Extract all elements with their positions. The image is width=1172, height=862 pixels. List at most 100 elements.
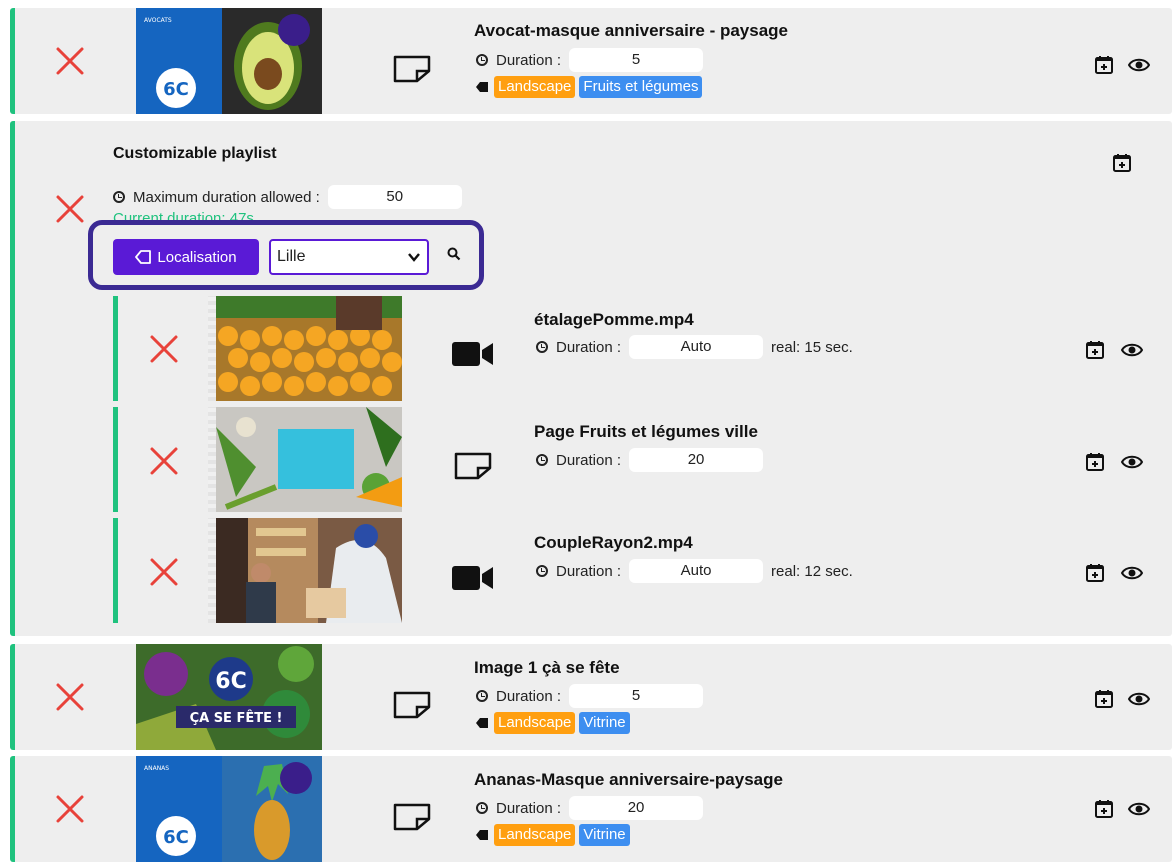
delete-icon[interactable] bbox=[52, 791, 88, 827]
real-duration: real: 12 sec. bbox=[771, 562, 853, 580]
duration-input[interactable]: 20 bbox=[629, 448, 764, 472]
delete-icon[interactable] bbox=[146, 443, 182, 479]
duration-input[interactable]: 5 bbox=[569, 684, 704, 708]
page-icon bbox=[392, 54, 432, 84]
thumbnail-frame bbox=[208, 296, 216, 401]
content-row: 6C ÇA SE FÊTE ! Image 1 çà se fête Durat… bbox=[10, 644, 1172, 750]
video-icon bbox=[452, 564, 494, 592]
tag-icon bbox=[476, 830, 488, 840]
content-thumbnail: 6C ÇA SE FÊTE ! bbox=[136, 644, 322, 750]
schedule-icon[interactable] bbox=[1094, 689, 1114, 709]
duration-field: Duration : 5 bbox=[476, 684, 704, 708]
content-row: 6C AVOCATS Avocat-masque anniversaire - … bbox=[10, 8, 1172, 114]
location-select[interactable]: Lille bbox=[269, 239, 429, 275]
duration-field: Duration : 5 bbox=[476, 48, 704, 72]
preview-eye-icon[interactable] bbox=[1121, 455, 1143, 469]
delete-icon[interactable] bbox=[146, 331, 182, 367]
content-thumbnail bbox=[216, 296, 402, 401]
duration-label: Duration : bbox=[496, 799, 562, 817]
duration-field: Duration : 20 bbox=[476, 796, 704, 820]
duration-input[interactable]: 5 bbox=[569, 48, 704, 72]
preview-eye-icon[interactable] bbox=[1128, 692, 1150, 706]
clock-icon bbox=[536, 454, 548, 466]
search-icon[interactable] bbox=[447, 247, 461, 266]
clock-icon bbox=[476, 690, 488, 702]
duration-label: Duration : bbox=[496, 51, 562, 69]
clock-icon bbox=[476, 54, 488, 66]
filter-bar: Localisation Lille bbox=[88, 220, 484, 290]
delete-icon[interactable] bbox=[52, 191, 88, 227]
duration-field: Duration : 20 bbox=[536, 448, 764, 472]
duration-field: Duration : Auto real: 12 sec. bbox=[536, 559, 853, 583]
location-selected-value: Lille bbox=[277, 248, 306, 265]
content-thumbnail: 6C AVOCATS bbox=[136, 8, 322, 114]
content-title: Avocat-masque anniversaire - paysage bbox=[474, 21, 789, 40]
content-row: 6C ANANAS Ananas-Masque anniversaire-pay… bbox=[10, 756, 1172, 862]
thumbnail-frame bbox=[208, 407, 216, 512]
delete-icon[interactable] bbox=[146, 554, 182, 590]
duration-label: Duration : bbox=[556, 338, 622, 356]
content-title: Page Fruits et légumes ville bbox=[534, 422, 758, 441]
page-icon bbox=[392, 690, 432, 720]
playlist-title: Customizable playlist bbox=[113, 145, 277, 162]
tag-icon bbox=[476, 82, 488, 92]
localisation-label: Localisation bbox=[157, 248, 237, 266]
svg-text:ANANAS: ANANAS bbox=[144, 765, 169, 772]
preview-eye-icon[interactable] bbox=[1121, 343, 1143, 357]
max-duration-input[interactable]: 50 bbox=[327, 185, 462, 209]
max-duration-field: Maximum duration allowed : 50 bbox=[113, 185, 462, 209]
clock-icon bbox=[476, 802, 488, 814]
svg-text:6C: 6C bbox=[215, 669, 246, 694]
content-title: étalagePomme.mp4 bbox=[534, 310, 694, 329]
preview-eye-icon[interactable] bbox=[1121, 566, 1143, 580]
duration-label: Duration : bbox=[556, 451, 622, 469]
video-icon bbox=[452, 340, 494, 368]
tag-icon bbox=[476, 718, 488, 728]
duration-field: Duration : Auto real: 15 sec. bbox=[536, 335, 853, 359]
duration-input[interactable]: 20 bbox=[569, 796, 704, 820]
schedule-icon[interactable] bbox=[1085, 340, 1105, 360]
delete-icon[interactable] bbox=[52, 43, 88, 79]
content-title: Ananas-Masque anniversaire-paysage bbox=[474, 770, 783, 789]
tag-list: Landscape Vitrine bbox=[476, 824, 634, 846]
chevron-down-icon bbox=[408, 253, 420, 262]
schedule-icon[interactable] bbox=[1112, 153, 1132, 173]
clock-icon bbox=[113, 191, 125, 203]
duration-input[interactable]: Auto bbox=[629, 559, 764, 583]
tag-badge: Landscape bbox=[494, 824, 576, 846]
preview-eye-icon[interactable] bbox=[1128, 802, 1150, 816]
tag-badge: Vitrine bbox=[579, 824, 630, 846]
content-title: CoupleRayon2.mp4 bbox=[534, 533, 693, 552]
real-duration: real: 15 sec. bbox=[771, 338, 853, 356]
svg-text:6C: 6C bbox=[163, 827, 189, 848]
tag-outline-icon bbox=[135, 250, 152, 264]
schedule-icon[interactable] bbox=[1085, 452, 1105, 472]
clock-icon bbox=[536, 565, 548, 577]
tag-list: Landscape Vitrine bbox=[476, 712, 634, 734]
svg-text:6C: 6C bbox=[163, 79, 189, 100]
content-thumbnail: 6C ANANAS bbox=[136, 756, 322, 862]
delete-icon[interactable] bbox=[52, 679, 88, 715]
duration-label: Duration : bbox=[496, 687, 562, 705]
tag-badge: Fruits et légumes bbox=[579, 76, 703, 98]
thumbnail-frame bbox=[208, 518, 216, 623]
content-thumbnail bbox=[216, 407, 402, 512]
tag-badge: Landscape bbox=[494, 76, 576, 98]
page-icon bbox=[392, 802, 432, 832]
tag-badge: Vitrine bbox=[579, 712, 630, 734]
svg-text:ÇA SE FÊTE !: ÇA SE FÊTE ! bbox=[190, 710, 283, 726]
max-duration-label: Maximum duration allowed : bbox=[133, 188, 320, 206]
duration-input[interactable]: Auto bbox=[629, 335, 764, 359]
duration-label: Duration : bbox=[556, 562, 622, 580]
schedule-icon[interactable] bbox=[1094, 799, 1114, 819]
preview-eye-icon[interactable] bbox=[1128, 58, 1150, 72]
svg-text:AVOCATS: AVOCATS bbox=[144, 17, 172, 24]
page-icon bbox=[453, 451, 493, 481]
tag-badge: Landscape bbox=[494, 712, 576, 734]
schedule-icon[interactable] bbox=[1085, 563, 1105, 583]
schedule-icon[interactable] bbox=[1094, 55, 1114, 75]
tag-list: Landscape Fruits et légumes bbox=[476, 76, 706, 98]
clock-icon bbox=[536, 341, 548, 353]
localisation-button[interactable]: Localisation bbox=[113, 239, 259, 275]
content-thumbnail bbox=[216, 518, 402, 623]
